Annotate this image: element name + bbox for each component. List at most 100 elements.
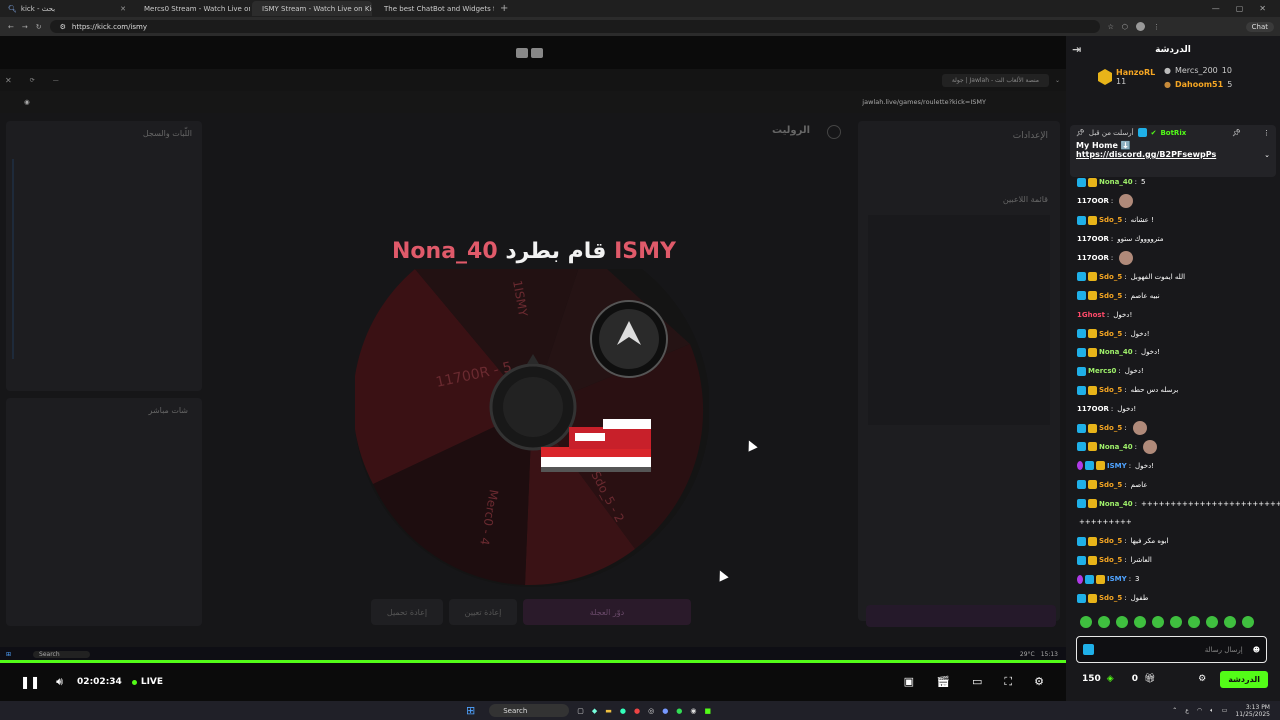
tab-ismy[interactable]: ISMY Stream - Watch Live on Kick ✕ <box>252 1 372 16</box>
copilot-chat-button[interactable]: Chat <box>1245 21 1274 32</box>
quick-emote-icon[interactable] <box>1080 616 1092 628</box>
chat-username[interactable]: 117OOR <box>1077 254 1109 262</box>
pip-icon[interactable] <box>531 48 543 58</box>
pinned-link[interactable]: https://discord.gg/B2PFsewpPs <box>1076 150 1216 159</box>
star-icon[interactable]: ☆ <box>1108 23 1114 31</box>
quick-emote-icon[interactable] <box>1098 616 1110 628</box>
pip-icon[interactable] <box>516 48 528 58</box>
chat-username[interactable]: 1Ghost <box>1077 311 1105 319</box>
chat-username[interactable]: Nona_40 <box>1099 500 1133 508</box>
volume-tray-icon[interactable]: 🔈︎ <box>1210 707 1214 714</box>
chat-settings-icon[interactable]: ⚙︎ <box>1198 674 1206 684</box>
gift-icon[interactable]: 🎁︎ <box>1144 674 1155 684</box>
chat-username[interactable]: Sdo_5 <box>1099 292 1122 300</box>
chat-message[interactable]: Mercs0: دخول! <box>1066 362 1280 381</box>
battery-icon[interactable]: ▭ <box>1222 707 1228 714</box>
forward-icon[interactable]: → <box>22 23 28 31</box>
close-icon[interactable]: ✕ <box>120 5 126 13</box>
chevron-down-icon[interactable]: ⌄ <box>1264 151 1270 159</box>
discord-icon[interactable]: ● <box>662 707 668 715</box>
chat-username[interactable]: Sdo_5 <box>1099 594 1122 602</box>
tab-search[interactable]: 🔍︎ kick - بحث ✕ <box>2 1 132 16</box>
chat-message[interactable]: Sdo_5: عشانه ! <box>1066 211 1280 230</box>
chat-message[interactable]: Sdo_5: طفول <box>1066 589 1280 608</box>
chat-username[interactable]: Sdo_5 <box>1099 481 1122 489</box>
settings-icon[interactable]: ⚙︎ <box>1034 675 1044 689</box>
extensions-icon[interactable]: ⬡ <box>1122 23 1128 31</box>
chat-message[interactable]: 117OOR: مترووووك ستوو <box>1066 230 1280 249</box>
chat-username[interactable]: Sdo_5 <box>1099 537 1122 545</box>
chat-message[interactable]: Sdo_5: العاشرا <box>1066 551 1280 570</box>
quick-emote-icon[interactable] <box>1188 616 1200 628</box>
pip-icon[interactable]: ▣ <box>904 675 914 689</box>
maximize-icon[interactable]: ▢ <box>1236 4 1244 13</box>
more-icon[interactable]: ⋮ <box>1263 129 1270 137</box>
site-info-icon[interactable]: ⚙︎ <box>60 23 66 31</box>
chat-username[interactable]: 117OOR <box>1077 405 1109 413</box>
taskbar-search[interactable]: Search <box>489 704 570 717</box>
pin-toggle-icon[interactable]: 📌︎ <box>1232 129 1241 137</box>
quick-emote-icon[interactable] <box>1224 616 1236 628</box>
spotify-icon[interactable]: ● <box>676 707 682 715</box>
quick-emote-icon[interactable] <box>1206 616 1218 628</box>
obs-icon[interactable]: ◉ <box>690 707 696 715</box>
chat-username[interactable]: Nona_40 <box>1099 348 1133 356</box>
chat-username[interactable]: Nona_40 <box>1099 443 1133 451</box>
chat-username[interactable]: 117OOR <box>1077 197 1109 205</box>
quick-emote-icon[interactable] <box>1152 616 1164 628</box>
chat-username[interactable]: Sdo_5 <box>1099 330 1122 338</box>
chat-message[interactable]: Sdo_5: برسله دس حطه <box>1066 381 1280 400</box>
collapse-chat-icon[interactable]: ⇥ <box>1072 43 1081 56</box>
chat-username[interactable]: Sdo_5 <box>1099 386 1122 394</box>
chat-message[interactable]: Nona_40: <box>1066 437 1280 456</box>
emoji-icon[interactable]: ☻ <box>1253 646 1260 654</box>
chat-username[interactable]: Sdo_5 <box>1099 556 1122 564</box>
chat-message[interactable]: +++++++++ <box>1066 513 1280 532</box>
new-tab-icon[interactable]: + <box>500 3 508 14</box>
copilot-icon[interactable]: ◆ <box>592 707 597 715</box>
windows-start-icon[interactable]: ⊞ <box>466 704 475 717</box>
url-field[interactable]: ⚙︎ https://kick.com/ismy <box>49 20 1100 33</box>
chrome-icon[interactable]: ● <box>634 707 640 715</box>
menu-icon[interactable]: ⋮ <box>1153 23 1160 31</box>
chat-message[interactable]: ISMY: دخول! <box>1066 456 1280 475</box>
theater-icon[interactable]: ▭ <box>972 675 982 689</box>
chat-input[interactable]: إرسال رسالة ☻ <box>1076 636 1267 663</box>
language-indicator[interactable]: ع <box>1185 707 1189 714</box>
task-view-icon[interactable]: ▢ <box>577 707 584 715</box>
points-icon[interactable]: ◈ <box>1107 674 1114 684</box>
minimize-icon[interactable]: — <box>1212 4 1220 13</box>
chat-username[interactable]: Sdo_5 <box>1099 424 1122 432</box>
kick-app-icon[interactable]: ■ <box>705 707 712 715</box>
chat-message[interactable]: ISMY:3 <box>1066 570 1280 589</box>
quick-emote-icon[interactable] <box>1242 616 1254 628</box>
tab-mercs0[interactable]: Mercs0 Stream - Watch Live on Ki ✕ <box>134 1 250 16</box>
chat-message[interactable]: Sdo_5: نبيه عاصم <box>1066 286 1280 305</box>
steam-icon[interactable]: ◎ <box>648 707 654 715</box>
wifi-icon[interactable]: ◠ <box>1197 707 1202 714</box>
chat-username[interactable]: 117OOR <box>1077 235 1109 243</box>
send-chat-button[interactable]: الدردشة <box>1220 670 1268 688</box>
volume-icon[interactable]: 🔊︎ <box>56 675 63 689</box>
chat-username[interactable]: Mercs0 <box>1088 367 1116 375</box>
chat-message[interactable]: Sdo_5: عاصم <box>1066 475 1280 494</box>
close-window-icon[interactable]: ✕ <box>1259 4 1266 13</box>
chat-message[interactable]: 117OOR: دخول! <box>1066 400 1280 419</box>
stream-video[interactable]: ✕ ⟳ — جولة | Jawlah - منصة الألعاب الت ⌄… <box>0 36 1066 663</box>
file-explorer-icon[interactable]: ▬ <box>605 707 612 715</box>
chat-username[interactable]: Sdo_5 <box>1099 216 1122 224</box>
reload-icon[interactable]: ↻ <box>36 23 42 31</box>
quick-emote-icon[interactable] <box>1170 616 1182 628</box>
tab-botrix[interactable]: The best ChatBot and Widgets fo ✕ <box>374 1 494 16</box>
chat-message[interactable]: Nona_40:++++++++++++++++++++++++++++++++… <box>1066 494 1280 513</box>
pinned-message[interactable]: 📌︎ أرسلت من قبل ✔ BotRix 📌︎ ⋮ My Home ⬇️… <box>1070 125 1276 177</box>
edge-icon[interactable]: ● <box>620 707 626 715</box>
chat-username[interactable]: ISMY <box>1107 462 1127 470</box>
bot-icon[interactable] <box>1083 644 1094 655</box>
profile-icon[interactable] <box>1136 22 1146 31</box>
pause-icon[interactable]: ❚❚ <box>20 675 40 689</box>
chat-message[interactable]: Sdo_5: الله ايموت الفهوبل <box>1066 267 1280 286</box>
chat-message[interactable]: 1Ghost: دخول! <box>1066 305 1280 324</box>
chat-message[interactable]: Nona_40: دخول! <box>1066 343 1280 362</box>
back-icon[interactable]: ← <box>8 23 14 31</box>
